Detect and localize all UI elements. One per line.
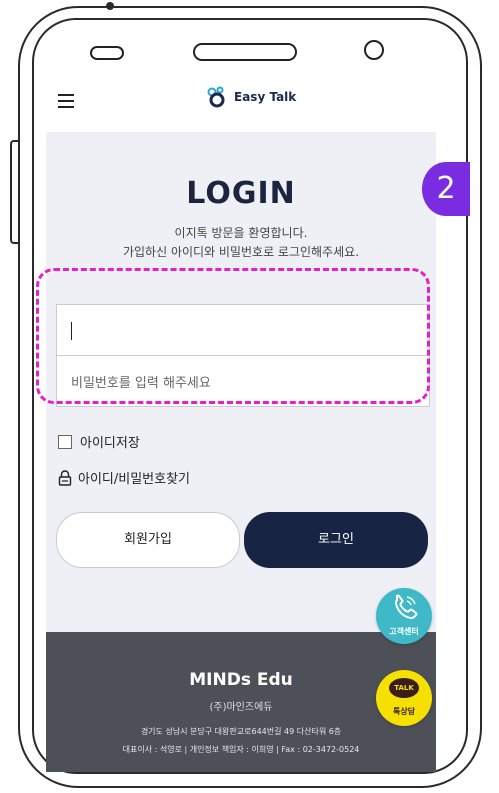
hamburger-menu-icon[interactable] [58, 94, 74, 108]
lock-icon [58, 469, 72, 486]
phone-side-button [10, 140, 18, 244]
remember-id-row[interactable]: 아이디저장 [58, 432, 140, 451]
phone-speaker [193, 43, 297, 61]
footer-ceo-info: 대표이사 : 석영로 | 개인정보 책임자 : 이희영 | Fax : 02-3… [122, 745, 360, 754]
talk-consult-button[interactable]: TALK 톡상담 [376, 670, 432, 726]
find-id-password-link[interactable]: 아이디/비밀번호찾기 [58, 468, 190, 487]
footer-address: 경기도 성남시 분당구 대왕판교로644번길 49 다산타워 6층 [140, 727, 342, 736]
easytalk-logo[interactable]: Easy Talk [206, 84, 296, 110]
talk-consult-label: 톡상담 [392, 707, 416, 716]
app-screen: Easy Talk LOGIN 이지톡 방문을 환영합니다. 가입하신 아이디와… [46, 72, 436, 772]
phone-top-dot [106, 2, 114, 10]
input-highlight-outline [36, 268, 430, 404]
phone-sensor-icon [90, 46, 124, 60]
remember-id-label[interactable]: 아이디저장 [80, 432, 140, 451]
kakaotalk-icon: TALK [389, 678, 419, 698]
welcome-text-line1: 이지톡 방문을 환영합니다. [174, 226, 308, 240]
app-header: Easy Talk [46, 72, 436, 132]
phone-camera-icon [364, 40, 384, 60]
login-button[interactable]: 로그인 [244, 512, 428, 568]
signup-button[interactable]: 회원가입 [56, 512, 240, 568]
logo-mark-icon [206, 86, 232, 108]
logo-text: Easy Talk [234, 90, 297, 104]
remember-id-checkbox[interactable] [58, 434, 72, 449]
page-title: LOGIN [186, 176, 296, 211]
step-number-badge: 2 [422, 162, 470, 216]
find-id-password-label[interactable]: 아이디/비밀번호찾기 [78, 468, 190, 487]
customer-center-button[interactable]: 고객센터 [376, 588, 432, 644]
customer-center-label: 고객센터 [389, 627, 419, 636]
welcome-text-line2: 가입하신 아이디와 비밀번호로 로그인해주세요. [122, 245, 360, 259]
phone-icon [395, 594, 418, 619]
